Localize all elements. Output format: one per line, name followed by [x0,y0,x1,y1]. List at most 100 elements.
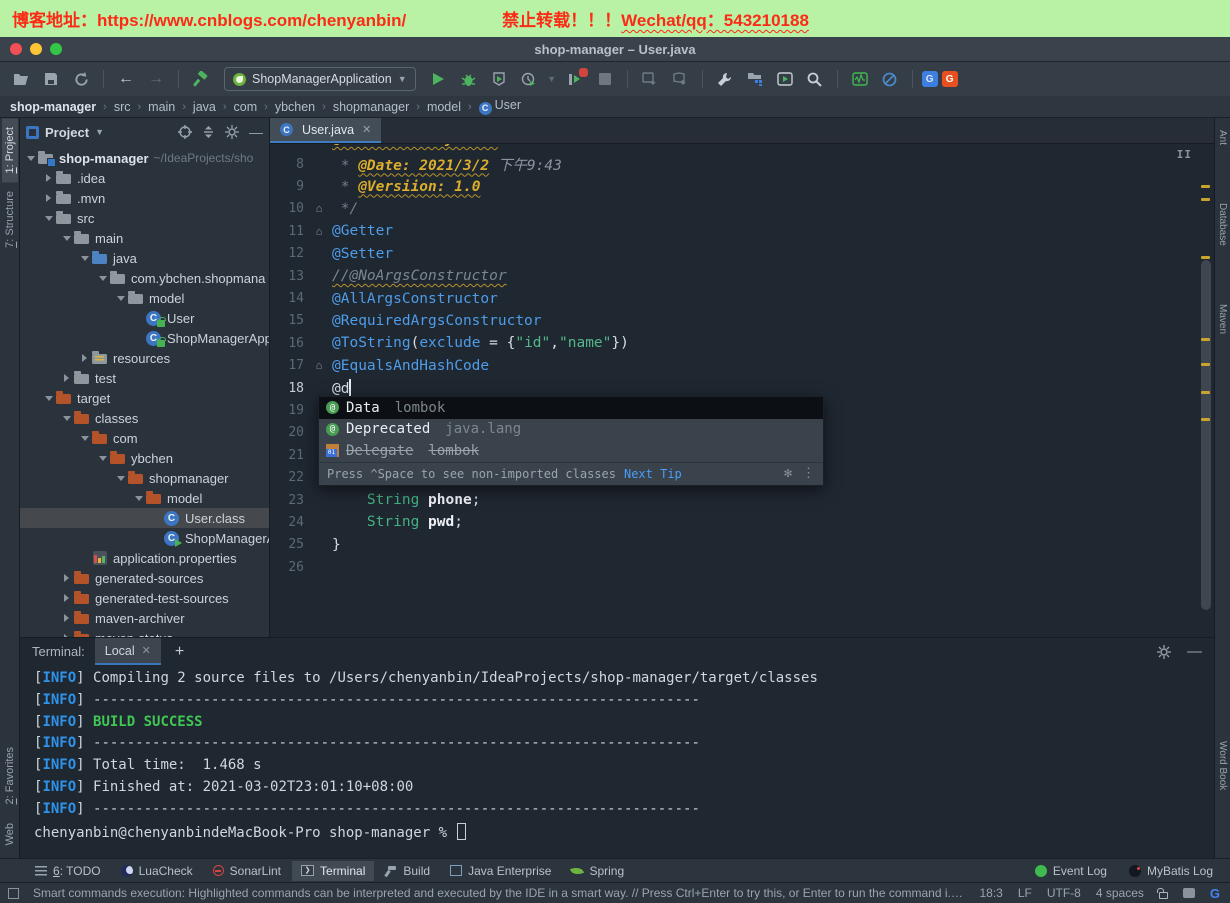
chevron-expanded-icon[interactable] [78,256,91,261]
build-hammer-icon[interactable] [188,67,214,91]
tool-strip-item-word-book[interactable]: Word Book [1216,733,1229,798]
tree-item-target[interactable]: target [20,388,269,408]
translate-icon[interactable]: G [922,71,938,87]
completion-item-data[interactable]: @Datalombok [319,397,823,419]
fold-marker-icon[interactable]: ⌂ [310,202,328,215]
tool-strip-item-database[interactable]: Database [1216,195,1229,254]
breadcrumb-item[interactable]: com [234,100,258,114]
project-structure-icon[interactable] [742,67,768,91]
deploy-icon[interactable] [667,67,693,91]
code-line-8[interactable]: 8 * @Date: 2021/3/2 下午9:43 [270,153,1214,175]
indent-indicator[interactable]: 4 spaces [1096,886,1144,900]
profiler-chevron-icon[interactable]: ▼ [546,67,558,91]
locate-file-icon[interactable] [178,125,192,139]
tool-window-button-java-enterprise[interactable]: Java Enterprise [441,861,560,881]
status-window-icon[interactable] [8,888,19,899]
warning-stripe-mark[interactable] [1201,185,1210,188]
chevron-collapsed-icon[interactable] [78,354,91,362]
terminal-prompt[interactable]: chenyanbin@chenyanbindeMacBook-Pro shop-… [34,823,1214,845]
chevron-expanded-icon[interactable] [96,276,109,281]
tree-item-main[interactable]: main [20,228,269,248]
translate-plugin-icon[interactable]: G [942,71,958,87]
assistant-icon[interactable] [1183,888,1195,898]
open-icon[interactable] [8,67,34,91]
new-terminal-icon[interactable]: + [171,643,188,661]
tree-item-src[interactable]: src [20,208,269,228]
tree-item-com[interactable]: com [20,428,269,448]
code-line-14[interactable]: 14@AllArgsConstructor [270,287,1214,309]
tree-item-generated-test-sources[interactable]: generated-test-sources [20,588,269,608]
code-line-10[interactable]: 10⌂ */ [270,198,1214,220]
breadcrumb-item[interactable]: model [427,100,461,114]
close-window-button[interactable] [10,43,22,55]
code-line-26[interactable]: 26 [270,556,1214,578]
chevron-expanded-icon[interactable] [42,216,55,221]
warning-stripe-mark[interactable] [1201,198,1210,201]
tool-window-button-build[interactable]: Build [376,861,439,881]
tool-strip-item-ant[interactable]: Ant [1216,122,1229,153]
encoding-indicator[interactable]: UTF-8 [1047,886,1081,900]
chevron-collapsed-icon[interactable] [42,174,55,182]
tree-item-model[interactable]: model [20,488,269,508]
tool-strip-item-1-project[interactable]: 1: Project [2,118,18,182]
warning-stripe-mark[interactable] [1201,391,1210,394]
tree-item-application-properties[interactable]: application.properties [20,548,269,568]
chevron-expanded-icon[interactable] [132,496,145,501]
tool-window-button-sonarlint[interactable]: SonarLint [204,861,290,881]
tool-strip-item-2-favorites[interactable]: 2: Favorites [2,738,18,813]
tree-item-resources[interactable]: resources [20,348,269,368]
code-line-15[interactable]: 15@RequiredArgsConstructor [270,310,1214,332]
tool-strip-item-web[interactable]: Web [2,814,18,854]
save-icon[interactable] [38,67,64,91]
code-line-16[interactable]: 16@ToString(exclude = {"id","name"}) [270,332,1214,354]
completion-item-deprecated[interactable]: @Deprecatedjava.lang [319,419,823,441]
tree-item-shopmanagerapp[interactable]: CShopManagerApp [20,528,269,548]
project-view-selector[interactable]: Project ▼ [26,125,104,140]
profiler-icon[interactable] [516,67,542,91]
code-line-13[interactable]: 13//@NoArgsConstructor [270,265,1214,287]
terminal-output[interactable]: [INFO] Compiling 2 source files to /User… [20,665,1214,858]
tool-window-button-terminal[interactable]: ❯Terminal [292,861,374,881]
tree-item-model[interactable]: model [20,288,269,308]
breadcrumb-item[interactable]: src [114,100,131,114]
kebab-menu-icon[interactable]: ⋮ [802,466,815,481]
settings-wrench-icon[interactable] [712,67,738,91]
tree-item--mvn[interactable]: .mvn [20,188,269,208]
code-line-24[interactable]: 24 String pwd; [270,511,1214,533]
chevron-expanded-icon[interactable] [114,476,127,481]
run-icon[interactable] [426,67,452,91]
code-editor[interactable]: @Author: chenyanbin8 * @Date: 2021/3/2 下… [270,144,1214,637]
breadcrumb-item[interactable]: java [193,100,216,114]
gear-icon[interactable] [225,125,239,139]
tree-item--idea[interactable]: .idea [20,168,269,188]
code-line-9[interactable]: 9 * @Versiion: 1.0 [270,175,1214,197]
stop-icon[interactable] [592,67,618,91]
breadcrumb-item[interactable]: ybchen [275,100,315,114]
tree-item-generated-sources[interactable]: generated-sources [20,568,269,588]
analysis-indicator[interactable]: II [1177,148,1192,161]
warning-stripe-mark[interactable] [1201,256,1210,259]
tree-item-shop-manager[interactable]: shop-manager~/IdeaProjects/sho [20,148,269,168]
search-everywhere-icon[interactable] [802,67,828,91]
tree-item-user[interactable]: CUser [20,308,269,328]
breadcrumb-item[interactable]: shopmanager [333,100,409,114]
chevron-expanded-icon[interactable] [24,156,37,161]
chevron-expanded-icon[interactable] [60,236,73,241]
code-line-23[interactable]: 23 String phone; [270,489,1214,511]
tree-item-user-class[interactable]: CUser.class [20,508,269,528]
tree-item-shopmanager[interactable]: shopmanager [20,468,269,488]
code-line-25[interactable]: 25} [270,534,1214,556]
chevron-collapsed-icon[interactable] [60,614,73,622]
chevron-expanded-icon[interactable] [42,396,55,401]
code-line-7[interactable]: @Author: chenyanbin [270,144,1214,153]
run-anything-icon[interactable] [772,67,798,91]
unlock-icon[interactable] [1159,892,1168,899]
warning-stripe-mark[interactable] [1201,363,1210,366]
editor-scrollbar[interactable] [1201,260,1211,610]
run-with-coverage-icon[interactable] [486,67,512,91]
tree-item-ybchen[interactable]: ybchen [20,448,269,468]
breadcrumb-item[interactable]: CUser [479,98,521,115]
code-line-11[interactable]: 11⌂@Getter [270,220,1214,242]
run-config-selector[interactable]: ShopManagerApplication ▼ [224,67,416,91]
fold-marker-icon[interactable]: ⌂ [310,225,328,238]
